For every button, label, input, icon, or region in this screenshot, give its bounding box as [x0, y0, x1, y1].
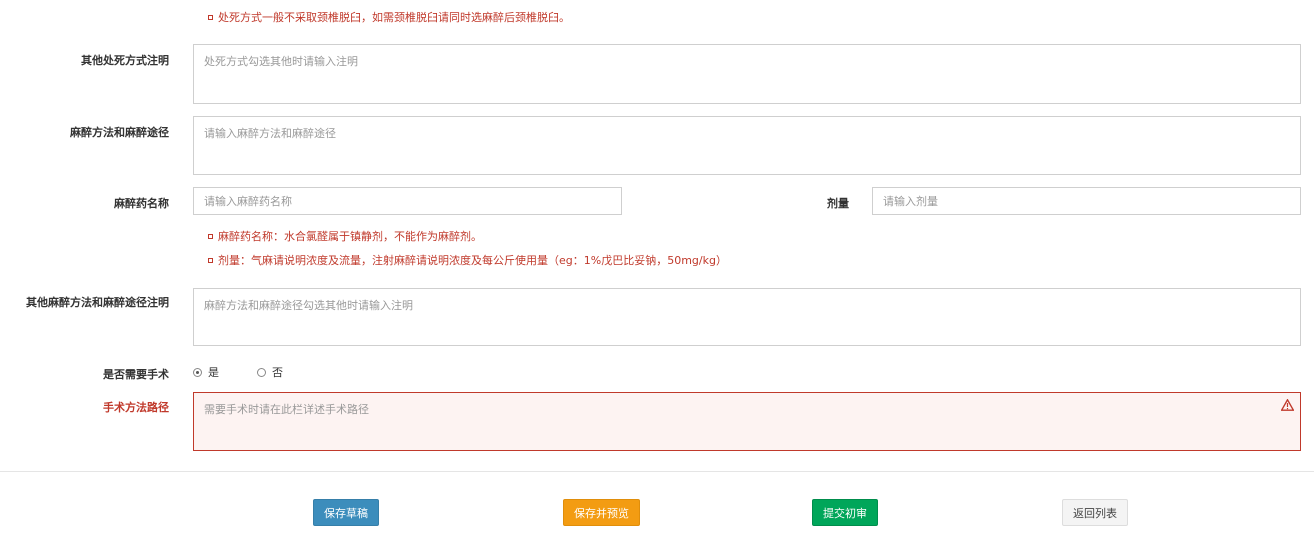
dose-input[interactable] [872, 187, 1301, 215]
anesthetic-name-input[interactable] [193, 187, 622, 215]
surgery-needed-label: 是否需要手术 [103, 368, 169, 381]
back-to-list-button[interactable]: 返回列表 [1062, 499, 1128, 526]
warning-icon [1281, 399, 1294, 411]
anesthesia-method-textarea[interactable] [193, 116, 1301, 175]
save-draft-button[interactable]: 保存草稿 [313, 499, 379, 526]
surgery-path-label: 手术方法路径 [103, 401, 169, 414]
anesthesia-method-label: 麻醉方法和麻醉途径 [70, 126, 169, 139]
execution-note: 处死方式一般不采取颈椎脱臼，如需颈椎脱臼请同时选麻醉后颈椎脱臼。 [208, 9, 570, 25]
note-bullet-icon [208, 257, 213, 263]
other-execution-textarea[interactable] [193, 44, 1301, 104]
surgery-no-option[interactable]: 否 [257, 364, 283, 380]
note-bullet-icon [208, 233, 213, 239]
radio-checked-icon[interactable] [193, 367, 202, 377]
other-execution-label: 其他处死方式注明 [81, 54, 169, 67]
save-preview-button[interactable]: 保存并预览 [563, 499, 640, 526]
form-divider [0, 471, 1314, 472]
radio-unchecked-icon[interactable] [257, 367, 266, 377]
other-anesthesia-textarea[interactable] [193, 288, 1301, 346]
anesthetic-name-label: 麻醉药名称 [114, 197, 169, 210]
surgery-yes-option[interactable]: 是 [193, 364, 219, 380]
surgery-path-textarea[interactable] [193, 392, 1301, 451]
anesthetic-name-note: 麻醉药名称：水合氯醛属于镇静剂，不能作为麻醉剂。 [208, 228, 482, 244]
other-anesthesia-label: 其他麻醉方法和麻醉途径注明 [26, 296, 169, 309]
submit-review-button[interactable]: 提交初审 [812, 499, 878, 526]
dose-label: 剂量 [827, 197, 849, 210]
dose-note: 剂量：气麻请说明浓度及流量，注射麻醉请说明浓度及每公斤使用量（eg：1%戊巴比妥… [208, 252, 727, 268]
note-bullet-icon [208, 14, 213, 20]
